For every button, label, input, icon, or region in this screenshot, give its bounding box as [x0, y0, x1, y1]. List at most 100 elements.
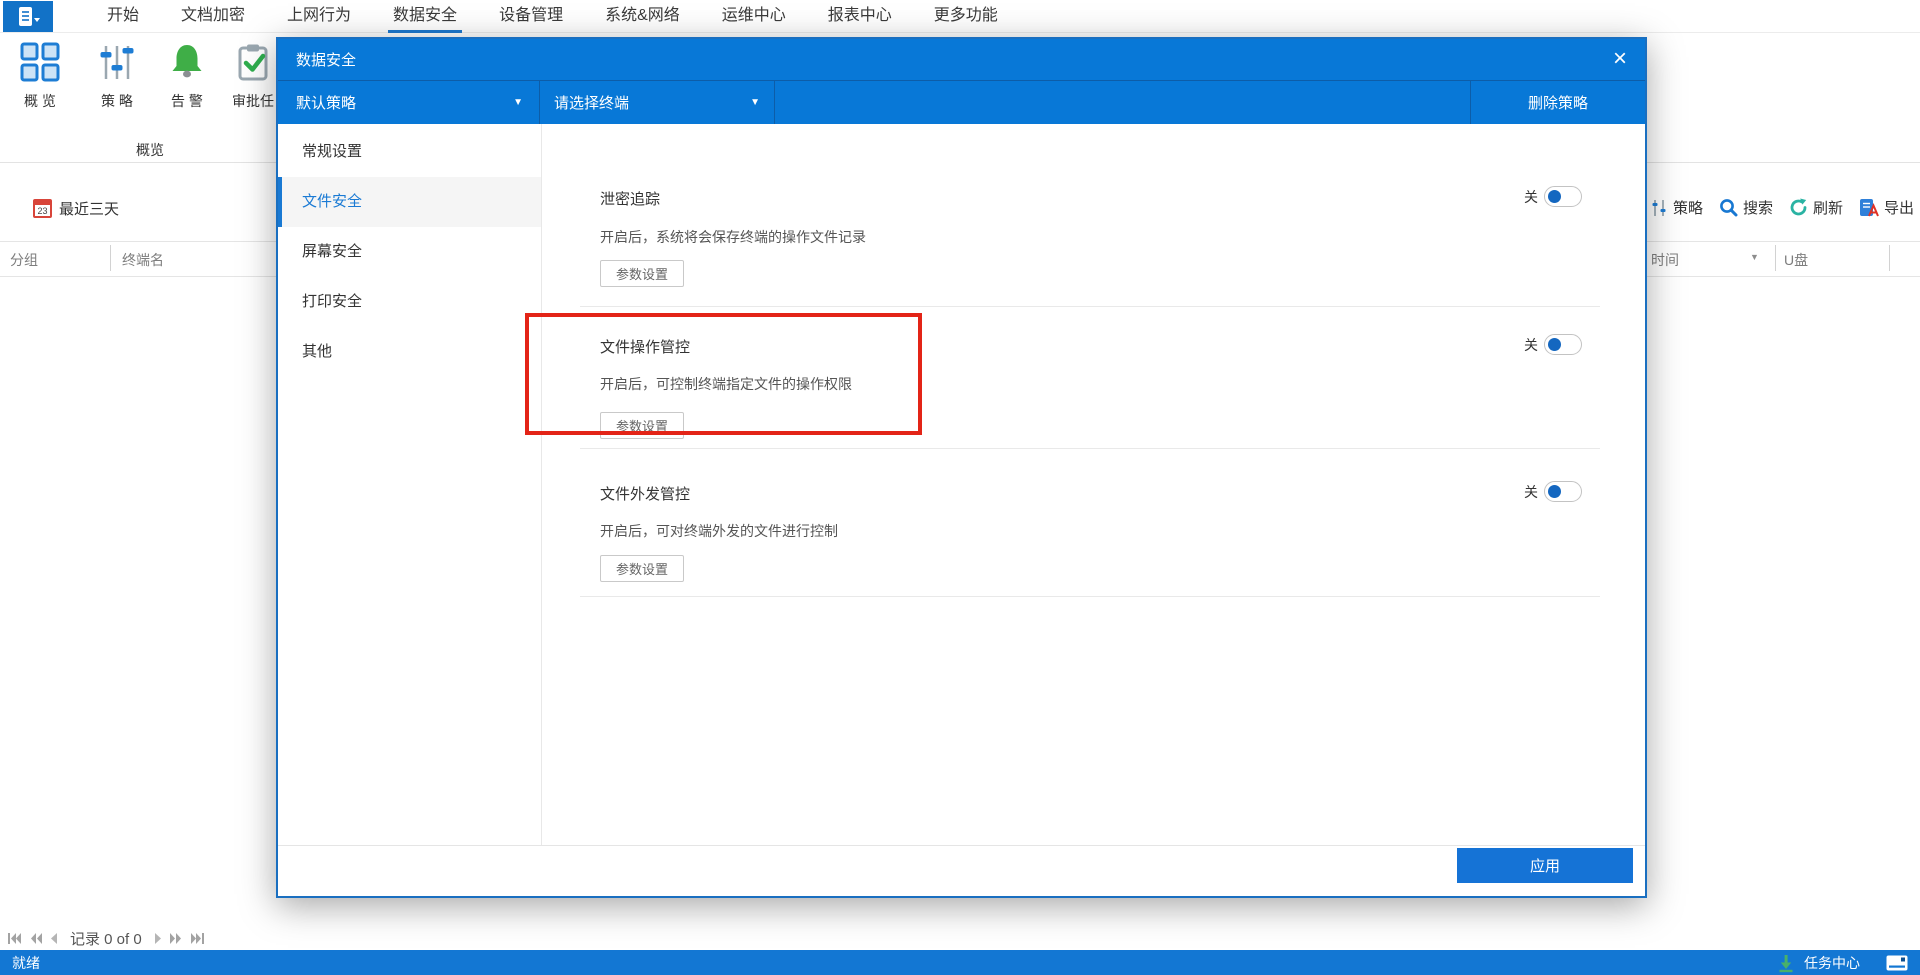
toggle-knob [1548, 190, 1561, 203]
toggle-off-label: 关 [1524, 482, 1538, 502]
terminal-dropdown-placeholder: 请选择终端 [554, 92, 629, 113]
section-title-file-operation: 文件操作管控 [600, 336, 690, 357]
menu-item-data-security[interactable]: 数据安全 [372, 0, 478, 33]
close-icon[interactable]: × [1613, 47, 1627, 71]
section-title-file-outgoing: 文件外发管控 [600, 483, 690, 504]
data-security-dialog: 数据安全 × 默认策略 ▼ 请选择终端 ▼ 删除策略 常规设置 文件安全 屏幕安… [276, 37, 1647, 898]
menu-item-system-network[interactable]: 系统&网络 [584, 0, 701, 33]
dialog-sidebar: 常规设置 文件安全 屏幕安全 打印安全 其他 [278, 124, 542, 845]
apply-button[interactable]: 应用 [1457, 848, 1633, 883]
last-page-icon[interactable] [190, 933, 204, 944]
section-description: 开启后，可控制终端指定文件的操作权限 [600, 374, 852, 394]
app-menu-button[interactable] [3, 1, 53, 32]
menu-item-report-center[interactable]: 报表中心 [807, 0, 913, 33]
overview-grid-icon [20, 42, 60, 82]
column-header-usb[interactable]: U盘 [1784, 250, 1808, 270]
date-range-label: 最近三天 [59, 198, 119, 219]
record-count-label: 记录 0 of 0 [70, 928, 142, 949]
main-menu: 开始 文档加密 上网行为 数据安全 设备管理 系统&网络 运维中心 报表中心 更… [86, 0, 1019, 33]
chevron-down-icon: ▼ [513, 97, 523, 108]
param-settings-button-file-outgoing[interactable]: 参数设置 [600, 555, 684, 582]
toolbar-label: 策略 [1673, 197, 1703, 218]
toolbar-search-button[interactable]: 搜索 [1719, 197, 1773, 218]
chevron-down-icon: ▼ [750, 97, 760, 108]
dialog-selector-bar: 默认策略 ▼ 请选择终端 ▼ 删除策略 [278, 80, 1645, 124]
delete-policy-label: 删除策略 [1528, 92, 1588, 113]
param-settings-button-file-operation[interactable]: 参数设置 [600, 412, 684, 439]
column-header-group[interactable]: 分组 [10, 250, 38, 270]
delete-policy-button[interactable]: 删除策略 [1470, 81, 1645, 124]
selector-bar-spacer [775, 81, 1470, 124]
prev-group-icon[interactable] [31, 933, 42, 944]
file-outgoing-toggle[interactable]: 关 [1524, 481, 1582, 502]
menu-item-start[interactable]: 开始 [86, 0, 160, 33]
toolbar-policy-button[interactable]: 策略 [1652, 197, 1703, 218]
search-icon [1719, 198, 1738, 217]
menu-item-web-behavior[interactable]: 上网行为 [266, 0, 372, 33]
prev-page-icon[interactable] [51, 933, 57, 944]
toggle-switch[interactable] [1544, 334, 1582, 355]
toolbar-label: 搜索 [1743, 197, 1773, 218]
ribbon-button-alert[interactable]: 告 警 [153, 42, 221, 111]
menu-item-doc-encrypt[interactable]: 文档加密 [160, 0, 266, 33]
toggle-switch[interactable] [1544, 481, 1582, 502]
record-pager: 记录 0 of 0 [8, 928, 204, 949]
toggle-knob [1548, 338, 1561, 351]
column-header-time[interactable]: 时间 [1651, 250, 1679, 270]
policy-dropdown-value: 默认策略 [296, 92, 356, 113]
sidebar-item-other[interactable]: 其他 [278, 327, 541, 377]
task-center-button[interactable]: 任务中心 [1804, 953, 1860, 973]
column-divider [110, 245, 111, 271]
terminal-dropdown[interactable]: 请选择终端 ▼ [540, 81, 775, 124]
app-window: 开始 文档加密 上网行为 数据安全 设备管理 系统&网络 运维中心 报表中心 更… [0, 0, 1920, 975]
first-page-icon[interactable] [8, 933, 22, 944]
next-page-icon[interactable] [155, 933, 161, 944]
ribbon-label: 概 览 [6, 91, 74, 111]
toggle-off-label: 关 [1524, 335, 1538, 355]
section-divider [580, 306, 1600, 307]
sidebar-item-general[interactable]: 常规设置 [278, 127, 541, 177]
export-icon [1859, 198, 1879, 217]
dialog-title-bar: 数据安全 × [278, 39, 1645, 80]
menu-bar: 开始 文档加密 上网行为 数据安全 设备管理 系统&网络 运维中心 报表中心 更… [0, 0, 1920, 33]
sidebar-item-file-security[interactable]: 文件安全 [278, 177, 541, 227]
sidebar-item-print-security[interactable]: 打印安全 [278, 277, 541, 327]
approval-clipboard-icon [233, 42, 273, 82]
param-settings-button-leak-trace[interactable]: 参数设置 [600, 260, 684, 287]
section-divider [580, 596, 1600, 597]
column-header-terminal[interactable]: 终端名 [122, 250, 164, 270]
dialog-footer: 应用 [278, 845, 1645, 896]
list-toolbar: 策略 搜索 刷新 导出 [1652, 197, 1914, 218]
task-window-icon[interactable] [1886, 955, 1908, 971]
calendar-day: 23 [35, 206, 50, 216]
toolbar-export-button[interactable]: 导出 [1859, 197, 1914, 218]
toolbar-refresh-button[interactable]: 刷新 [1789, 197, 1843, 218]
alert-bell-icon [167, 42, 207, 82]
menu-item-more[interactable]: 更多功能 [913, 0, 1019, 33]
hamburger-list-icon [15, 5, 41, 29]
leak-trace-toggle[interactable]: 关 [1524, 186, 1582, 207]
status-ready-label: 就绪 [12, 953, 40, 973]
section-divider [580, 448, 1600, 449]
toolbar-label: 导出 [1884, 197, 1914, 218]
ribbon-button-policy[interactable]: 策 略 [83, 42, 151, 111]
menu-item-device-mgmt[interactable]: 设备管理 [478, 0, 584, 33]
sliders-mini-icon [1652, 199, 1668, 217]
column-divider [1889, 245, 1890, 271]
next-group-icon[interactable] [170, 933, 181, 944]
file-operation-toggle[interactable]: 关 [1524, 334, 1582, 355]
toolbar-label: 刷新 [1813, 197, 1843, 218]
calendar-icon: 23 [33, 199, 52, 218]
chevron-down-icon[interactable]: ▼ [1750, 252, 1759, 262]
menu-item-ops-center[interactable]: 运维中心 [701, 0, 807, 33]
sidebar-item-screen-security[interactable]: 屏幕安全 [278, 227, 541, 277]
ribbon-label: 策 略 [83, 91, 151, 111]
policy-dropdown[interactable]: 默认策略 ▼ [278, 81, 540, 124]
refresh-icon [1789, 198, 1808, 217]
toggle-switch[interactable] [1544, 186, 1582, 207]
section-title-leak-trace: 泄密追踪 [600, 188, 660, 209]
date-range-filter[interactable]: 23 最近三天 [33, 198, 119, 219]
ribbon-button-overview[interactable]: 概 览 [6, 42, 74, 111]
toggle-knob [1548, 485, 1561, 498]
toggle-off-label: 关 [1524, 187, 1538, 207]
